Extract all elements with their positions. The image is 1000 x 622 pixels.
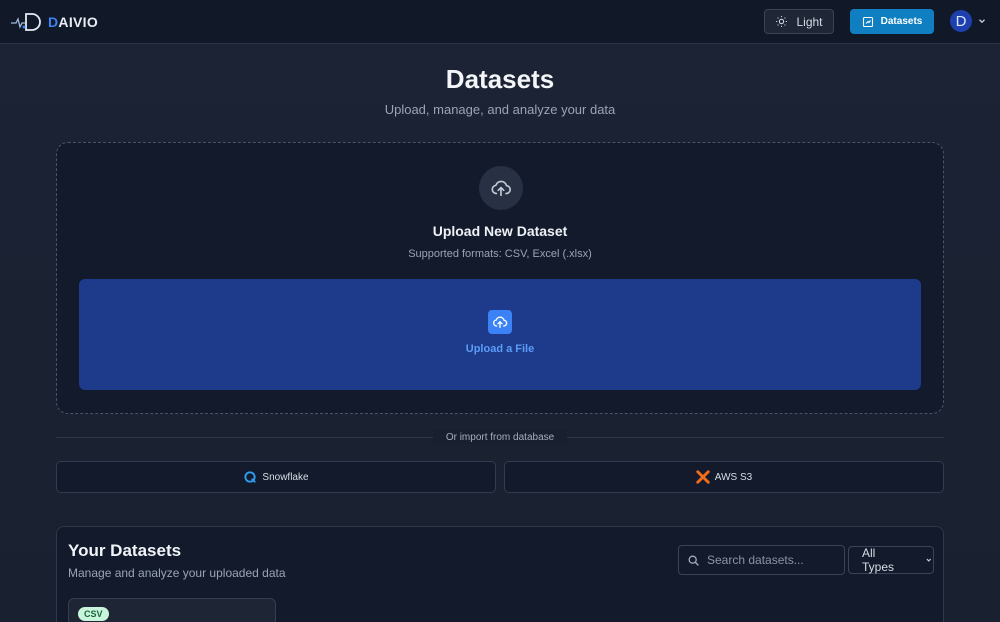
- logo-mark-icon: [11, 13, 41, 31]
- upload-cloud-badge: [479, 166, 523, 210]
- theme-toggle-label: Light: [796, 14, 823, 29]
- upload-file-link[interactable]: Upload a File: [79, 343, 921, 355]
- upload-formats-note: Supported formats: CSV, Excel (.xlsx): [408, 248, 592, 260]
- chevron-down-icon: [979, 19, 985, 24]
- aws-s3-logo-icon: [696, 470, 710, 484]
- page-title: Datasets: [445, 64, 555, 94]
- type-filter-select[interactable]: All Types: [848, 546, 934, 574]
- snowflake-label: Snowflake: [262, 471, 309, 483]
- top-navbar: DAIVIO Light Datasets D: [0, 0, 1000, 44]
- sun-icon: [776, 16, 788, 27]
- user-menu[interactable]: D: [950, 10, 987, 32]
- import-s3-button[interactable]: AWS S3: [504, 461, 944, 493]
- type-filter-value: All Types: [862, 546, 895, 574]
- chevron-down-icon: [926, 558, 932, 562]
- upload-card: Upload New Dataset Supported formats: CS…: [56, 142, 944, 414]
- datasets-nav-button[interactable]: Datasets: [850, 9, 934, 34]
- section-title: Your Datasets: [68, 541, 182, 560]
- logo-text: DAIVIO: [48, 14, 99, 30]
- import-divider-label: Or import from database: [433, 430, 567, 445]
- theme-toggle-button[interactable]: Light: [764, 9, 834, 34]
- snowflake-logo-icon: [244, 471, 257, 483]
- page-subtitle: Upload, manage, and analyze your data: [384, 102, 616, 117]
- search-icon: [688, 555, 699, 566]
- datasets-nav-label: Datasets: [880, 16, 923, 27]
- your-datasets-panel: Your Datasets Manage and analyze your up…: [56, 526, 944, 622]
- file-dropzone[interactable]: Upload a File: [79, 279, 921, 390]
- section-subtitle: Manage and analyze your uploaded data: [68, 566, 286, 580]
- s3-label: AWS S3: [714, 471, 753, 483]
- upload-title: Upload New Dataset: [432, 223, 568, 239]
- cloud-upload-icon: [491, 180, 511, 197]
- dataset-card[interactable]: CSV: [68, 598, 276, 622]
- file-type-badge: CSV: [78, 607, 109, 621]
- cloud-upload-icon: [493, 316, 508, 328]
- dataset-file-icon: [862, 16, 873, 27]
- import-snowflake-button[interactable]: Snowflake: [56, 461, 496, 493]
- avatar[interactable]: D: [950, 10, 972, 32]
- search-input[interactable]: [707, 553, 837, 567]
- app-logo[interactable]: DAIVIO: [10, 10, 98, 34]
- dropzone-upload-icon-box: [488, 310, 512, 334]
- search-field[interactable]: [678, 545, 845, 575]
